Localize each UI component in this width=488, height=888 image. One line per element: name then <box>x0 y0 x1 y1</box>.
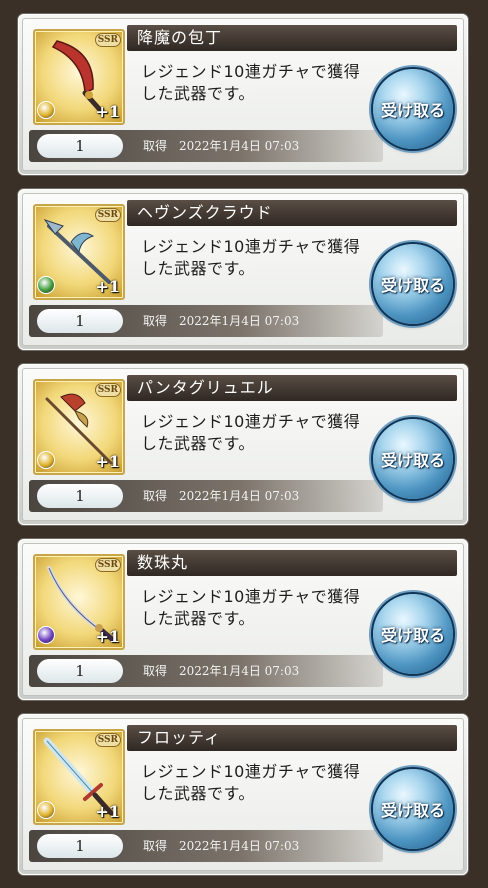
title-bar: フロッティ <box>127 725 457 751</box>
plus-value: +1 <box>95 452 120 471</box>
weapon-name: 降魔の包丁 <box>137 28 223 47</box>
gift-card-body: SSR +1 降魔の包丁 レジェンド10連ガチャで獲得した武器です。 1 取得 2… <box>22 18 464 171</box>
quantity-pill: 1 <box>37 659 123 683</box>
receive-label: 受け取る <box>380 626 445 645</box>
weapon-description: レジェンド10連ガチャで獲得した武器です。 <box>141 762 361 803</box>
quantity-pill: 1 <box>37 134 123 158</box>
info-bar: 1 取得 2022年1月4日 07:03 <box>29 830 383 862</box>
title-bar: 降魔の包丁 <box>127 25 457 51</box>
obtained-date: 2022年1月4日 07:03 <box>179 314 300 328</box>
element-icon <box>37 451 55 469</box>
gift-card: SSR +1 パンタグリュエル レジェンド10連ガチャで獲得した武器です。 1 … <box>18 364 468 525</box>
weapon-thumbnail[interactable]: SSR +1 <box>33 554 125 650</box>
obtained-date: 2022年1月4日 07:03 <box>179 839 300 853</box>
obtained-date: 2022年1月4日 07:03 <box>179 489 300 503</box>
weapon-name: ヘヴンズクラウド <box>137 203 273 222</box>
gift-card: SSR +1 降魔の包丁 レジェンド10連ガチャで獲得した武器です。 1 取得 2… <box>18 14 468 175</box>
weapon-description: レジェンド10連ガチャで獲得した武器です。 <box>141 62 361 103</box>
gift-card: SSR +1 数珠丸 レジェンド10連ガチャで獲得した武器です。 1 取得 202… <box>18 539 468 700</box>
info-bar: 1 取得 2022年1月4日 07:03 <box>29 130 383 162</box>
receive-button[interactable]: 受け取る <box>373 69 453 149</box>
obtained-label: 取得 <box>143 314 168 328</box>
receive-button[interactable]: 受け取る <box>373 594 453 674</box>
plus-value: +1 <box>95 627 120 646</box>
gift-card-body: SSR +1 ヘヴンズクラウド レジェンド10連ガチャで獲得した武器です。 1 … <box>22 193 464 346</box>
element-icon <box>37 626 55 644</box>
weapon-thumbnail[interactable]: SSR +1 <box>33 204 125 300</box>
receive-button[interactable]: 受け取る <box>373 769 453 849</box>
element-icon <box>37 101 55 119</box>
rarity-badge: SSR <box>94 208 121 222</box>
quantity-pill: 1 <box>37 484 123 508</box>
weapon-description: レジェンド10連ガチャで獲得した武器です。 <box>141 237 361 278</box>
weapon-name: 数珠丸 <box>137 553 189 572</box>
receive-label: 受け取る <box>380 276 445 295</box>
quantity-pill: 1 <box>37 834 123 858</box>
gift-card: SSR +1 フロッティ レジェンド10連ガチャで獲得した武器です。 1 取得 2… <box>18 714 468 875</box>
rarity-badge: SSR <box>94 33 121 47</box>
weapon-name: パンタグリュエル <box>137 378 274 397</box>
rarity-badge: SSR <box>94 383 121 397</box>
receive-button[interactable]: 受け取る <box>373 244 453 324</box>
info-bar: 1 取得 2022年1月4日 07:03 <box>29 655 383 687</box>
weapon-description: レジェンド10連ガチャで獲得した武器です。 <box>141 412 361 453</box>
weapon-name: フロッティ <box>137 728 222 747</box>
rarity-badge: SSR <box>94 733 121 747</box>
gift-card: SSR +1 ヘヴンズクラウド レジェンド10連ガチャで獲得した武器です。 1 … <box>18 189 468 350</box>
obtained-info: 取得 2022年1月4日 07:03 <box>143 830 299 862</box>
weapon-thumbnail[interactable]: SSR +1 <box>33 29 125 125</box>
element-icon <box>37 276 55 294</box>
obtained-info: 取得 2022年1月4日 07:03 <box>143 130 299 162</box>
rarity-badge: SSR <box>94 558 121 572</box>
quantity-pill: 1 <box>37 309 123 333</box>
gift-card-body: SSR +1 数珠丸 レジェンド10連ガチャで獲得した武器です。 1 取得 202… <box>22 543 464 696</box>
element-icon <box>37 801 55 819</box>
title-bar: 数珠丸 <box>127 550 457 576</box>
obtained-date: 2022年1月4日 07:03 <box>179 664 300 678</box>
receive-button[interactable]: 受け取る <box>373 419 453 499</box>
title-bar: ヘヴンズクラウド <box>127 200 457 226</box>
gift-card-body: SSR +1 パンタグリュエル レジェンド10連ガチャで獲得した武器です。 1 … <box>22 368 464 521</box>
obtained-info: 取得 2022年1月4日 07:03 <box>143 655 299 687</box>
gift-card-body: SSR +1 フロッティ レジェンド10連ガチャで獲得した武器です。 1 取得 2… <box>22 718 464 871</box>
plus-value: +1 <box>95 102 120 121</box>
receive-label: 受け取る <box>380 801 445 820</box>
obtained-info: 取得 2022年1月4日 07:03 <box>143 305 299 337</box>
obtained-label: 取得 <box>143 139 168 153</box>
receive-label: 受け取る <box>380 451 445 470</box>
obtained-date: 2022年1月4日 07:03 <box>179 139 300 153</box>
weapon-description: レジェンド10連ガチャで獲得した武器です。 <box>141 587 361 628</box>
plus-value: +1 <box>95 277 120 296</box>
weapon-thumbnail[interactable]: SSR +1 <box>33 729 125 825</box>
plus-value: +1 <box>95 802 120 821</box>
obtained-label: 取得 <box>143 839 168 853</box>
weapon-thumbnail[interactable]: SSR +1 <box>33 379 125 475</box>
obtained-label: 取得 <box>143 489 168 503</box>
receive-label: 受け取る <box>380 101 445 120</box>
title-bar: パンタグリュエル <box>127 375 457 401</box>
obtained-info: 取得 2022年1月4日 07:03 <box>143 480 299 512</box>
obtained-label: 取得 <box>143 664 168 678</box>
info-bar: 1 取得 2022年1月4日 07:03 <box>29 305 383 337</box>
info-bar: 1 取得 2022年1月4日 07:03 <box>29 480 383 512</box>
